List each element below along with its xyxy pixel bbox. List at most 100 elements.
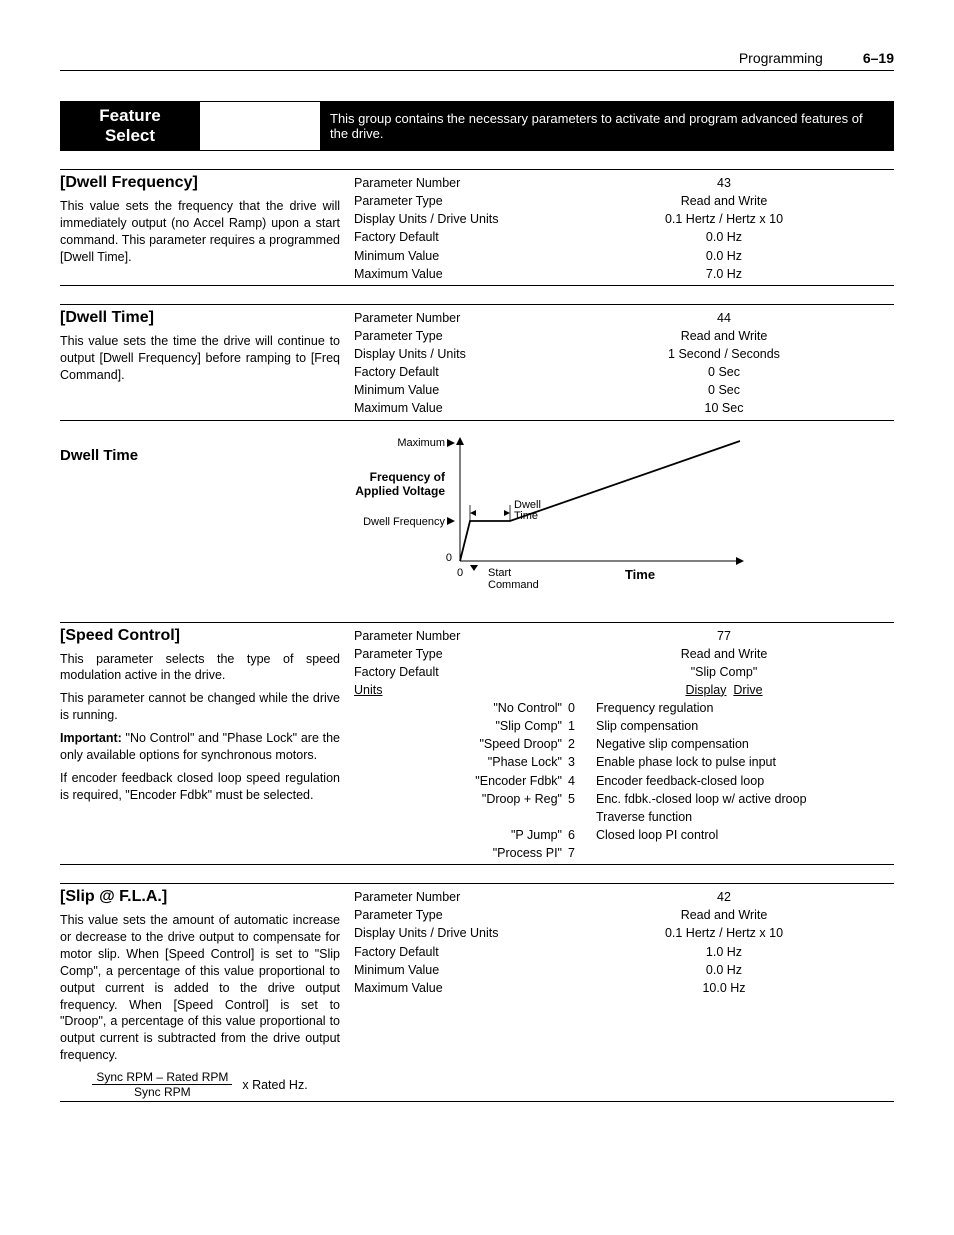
opt-expl: Frequency regulation — [596, 699, 894, 717]
svg-text:0: 0 — [457, 567, 463, 579]
formula-rhs: x Rated Hz. — [242, 1078, 307, 1092]
param-desc: This parameter selects the type of speed… — [60, 651, 340, 804]
kv-value: 0 Sec — [554, 363, 894, 381]
svg-text:Frequency of: Frequency of — [370, 470, 446, 484]
svg-text:Applied Voltage: Applied Voltage — [355, 484, 445, 498]
opt-display: "Speed Droop" — [444, 735, 562, 753]
param-desc: This value sets the frequency that the d… — [60, 198, 340, 266]
kv-label: Minimum Value — [354, 381, 554, 399]
kv-value: 7.0 Hz — [554, 265, 894, 283]
kv-value: Read and Write — [554, 327, 894, 345]
kv-value: 0.0 Hz — [554, 228, 894, 246]
kv-value: Read and Write — [554, 645, 894, 663]
svg-text:Time: Time — [625, 567, 655, 582]
kv-values: 77 Read and Write "Slip Comp" Display Dr… — [554, 627, 894, 700]
opt-display: "Slip Comp" — [444, 717, 562, 735]
feature-description: This group contains the necessary parame… — [320, 102, 894, 150]
param-desc: This value sets the time the drive will … — [60, 333, 340, 384]
kv-labels: Parameter Number Parameter Type Display … — [354, 309, 554, 418]
opt-display: "Droop + Reg" — [444, 790, 562, 808]
opt-expl: Closed loop PI control — [596, 826, 894, 844]
kv-value: 0.0 Hz — [554, 247, 894, 265]
kv-value: 77 — [554, 627, 894, 645]
kv-value: 10.0 Hz — [554, 979, 894, 997]
param-title: [Dwell Time] — [60, 309, 340, 327]
kv-values: 42 Read and Write 0.1 Hertz / Hertz x 10… — [554, 888, 894, 997]
kv-label: Factory Default — [354, 943, 554, 961]
desc-line: This parameter selects the type of speed… — [60, 651, 340, 685]
kv-label: Maximum Value — [354, 265, 554, 283]
opt-display: "Encoder Fdbk" — [444, 772, 562, 790]
svg-text:Time: Time — [514, 510, 538, 522]
kv-value: 0 Sec — [554, 381, 894, 399]
kv-label: Display Units / Drive Units — [354, 924, 554, 942]
opt-display: "Phase Lock" — [444, 753, 562, 771]
param-title: [Slip @ F.L.A.] — [60, 888, 340, 906]
dwell-time-chart: Maximum Frequency of Applied Voltage Dwe… — [340, 421, 780, 601]
kv-value: 1 Second / Seconds — [554, 345, 894, 363]
param-title: [Dwell Frequency] — [60, 174, 340, 192]
kv-label: Maximum Value — [354, 399, 554, 417]
kv-label: Parameter Type — [354, 906, 554, 924]
opt-expl: Slip compensation — [596, 717, 894, 735]
svg-text:Maximum: Maximum — [397, 437, 445, 449]
kv-values: 44 Read and Write 1 Second / Seconds 0 S… — [554, 309, 894, 418]
kv-label: Parameter Number — [354, 888, 554, 906]
kv-label: Display Units / Units — [354, 345, 554, 363]
opt-num: 6 — [568, 826, 586, 844]
kv-label: Parameter Number — [354, 309, 554, 327]
opt-display: "Process PI" — [444, 844, 562, 862]
param-speed-control: [Speed Control] This parameter selects t… — [60, 622, 894, 866]
kv-label: Maximum Value — [354, 979, 554, 997]
kv-label: Factory Default — [354, 363, 554, 381]
options-table: "No Control" "Slip Comp" "Speed Droop" "… — [354, 699, 894, 862]
kv-label: Minimum Value — [354, 247, 554, 265]
opt-display: "P Jump" — [444, 826, 562, 844]
kv-labels: Parameter Number Parameter Type Display … — [354, 174, 554, 283]
kv-value: 0.1 Hertz / Hertz x 10 — [554, 924, 894, 942]
kv-label: Parameter Number — [354, 627, 554, 645]
kv-label: Factory Default — [354, 228, 554, 246]
kv-label: Minimum Value — [354, 961, 554, 979]
feature-select-row: Feature Select This group contains the n… — [60, 101, 894, 151]
desc-line: This parameter cannot be changed while t… — [60, 690, 340, 724]
opt-num: 4 — [568, 772, 586, 790]
desc-line: Important: "No Control" and "Phase Lock"… — [60, 730, 340, 764]
param-desc: This value sets the amount of automatic … — [60, 912, 340, 1064]
opt-display — [444, 808, 562, 826]
desc-line: If encoder feedback closed loop speed re… — [60, 770, 340, 804]
kv-labels: Parameter Number Parameter Type Display … — [354, 888, 554, 997]
opt-num: 0 — [568, 699, 586, 717]
kv-label-units: Units — [354, 681, 554, 699]
dwell-time-chart-wrap: Dwell Time Maximum Frequency of Applie — [60, 421, 894, 604]
kv-values: 43 Read and Write 0.1 Hertz / Hertz x 10… — [554, 174, 894, 283]
opt-num: 7 — [568, 844, 586, 862]
kv-value: 43 — [554, 174, 894, 192]
opt-expl: Negative slip compensation — [596, 735, 894, 753]
opt-num — [568, 808, 586, 826]
kv-value: 0.1 Hertz / Hertz x 10 — [554, 210, 894, 228]
svg-text:Start: Start — [488, 567, 511, 579]
slip-formula: Sync RPM – Rated RPM Sync RPM x Rated Hz… — [60, 1070, 340, 1099]
page-header: Programming 6–19 — [60, 50, 894, 71]
opt-num: 3 — [568, 753, 586, 771]
opt-expl: Enc. fdbk.-closed loop w/ active droop — [596, 790, 894, 808]
feature-title-line1: Feature — [99, 106, 160, 126]
opt-num: 5 — [568, 790, 586, 808]
feature-select-box: Feature Select — [60, 102, 200, 150]
param-dwell-time: [Dwell Time] This value sets the time th… — [60, 304, 894, 421]
opt-num: 2 — [568, 735, 586, 753]
kv-value: 44 — [554, 309, 894, 327]
header-page-number: 6–19 — [863, 50, 894, 66]
kv-value: Read and Write — [554, 906, 894, 924]
kv-value: Read and Write — [554, 192, 894, 210]
kv-label: Parameter Type — [354, 327, 554, 345]
kv-label: Factory Default — [354, 663, 554, 681]
dwell-time-heading: Dwell Time — [60, 447, 340, 464]
svg-text:0: 0 — [446, 552, 452, 564]
kv-units-header: Display Drive — [554, 681, 894, 699]
opt-expl: Enable phase lock to pulse input — [596, 753, 894, 771]
kv-labels: Parameter Number Parameter Type Factory … — [354, 627, 554, 700]
kv-label: Display Units / Drive Units — [354, 210, 554, 228]
kv-value: 0.0 Hz — [554, 961, 894, 979]
